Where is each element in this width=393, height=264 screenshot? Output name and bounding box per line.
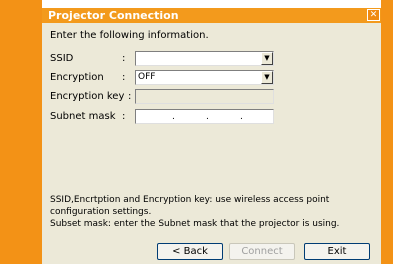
help-line-1: SSID,Encrtption and Encryption key: use … <box>50 195 330 205</box>
subnet-dot-1: . <box>172 112 175 122</box>
ssid-dropdown-button[interactable]: ▼ <box>261 52 273 65</box>
back-button[interactable]: < Back <box>157 243 223 260</box>
connect-button: Connect <box>229 243 295 260</box>
subnet-mask-colon: : <box>122 111 126 122</box>
right-orange-border <box>381 0 393 264</box>
subnet-dot-2: . <box>206 112 209 122</box>
left-orange-border <box>0 0 42 264</box>
subnet-dot-3: . <box>240 112 243 122</box>
encryption-dropdown-button[interactable]: ▼ <box>261 71 273 84</box>
encryption-key-field <box>135 89 274 104</box>
encryption-dropdown[interactable]: OFF ▼ <box>135 70 274 85</box>
encryption-key-colon: : <box>128 91 132 102</box>
exit-button[interactable]: Exit <box>304 243 370 260</box>
ssid-colon: : <box>122 53 126 64</box>
help-line-3: Subset mask: enter the Subnet mask that … <box>50 219 340 229</box>
ssid-dropdown[interactable]: ▼ <box>135 51 274 66</box>
projector-connection-dialog: Projector Connection ✕ Enter the followi… <box>42 8 381 264</box>
encryption-label: Encryption <box>50 72 104 83</box>
encryption-colon: : <box>122 72 126 83</box>
instruction-text: Enter the following information. <box>50 30 209 41</box>
window-title: Projector Connection <box>48 9 179 22</box>
title-bar: Projector Connection ✕ <box>42 8 381 23</box>
chevron-down-icon: ▼ <box>264 73 270 81</box>
help-line-2: configuration settings. <box>50 207 152 217</box>
encryption-key-label: Encryption key <box>50 91 125 102</box>
ssid-label: SSID <box>50 53 74 64</box>
encryption-value: OFF <box>138 72 156 82</box>
close-icon: ✕ <box>369 10 378 20</box>
subnet-mask-label: Subnet mask <box>50 111 116 122</box>
subnet-mask-field[interactable]: . . . <box>135 109 274 124</box>
chevron-down-icon: ▼ <box>264 54 270 62</box>
close-button[interactable]: ✕ <box>367 9 380 21</box>
help-text: SSID,Encrtption and Encryption key: use … <box>50 194 375 230</box>
